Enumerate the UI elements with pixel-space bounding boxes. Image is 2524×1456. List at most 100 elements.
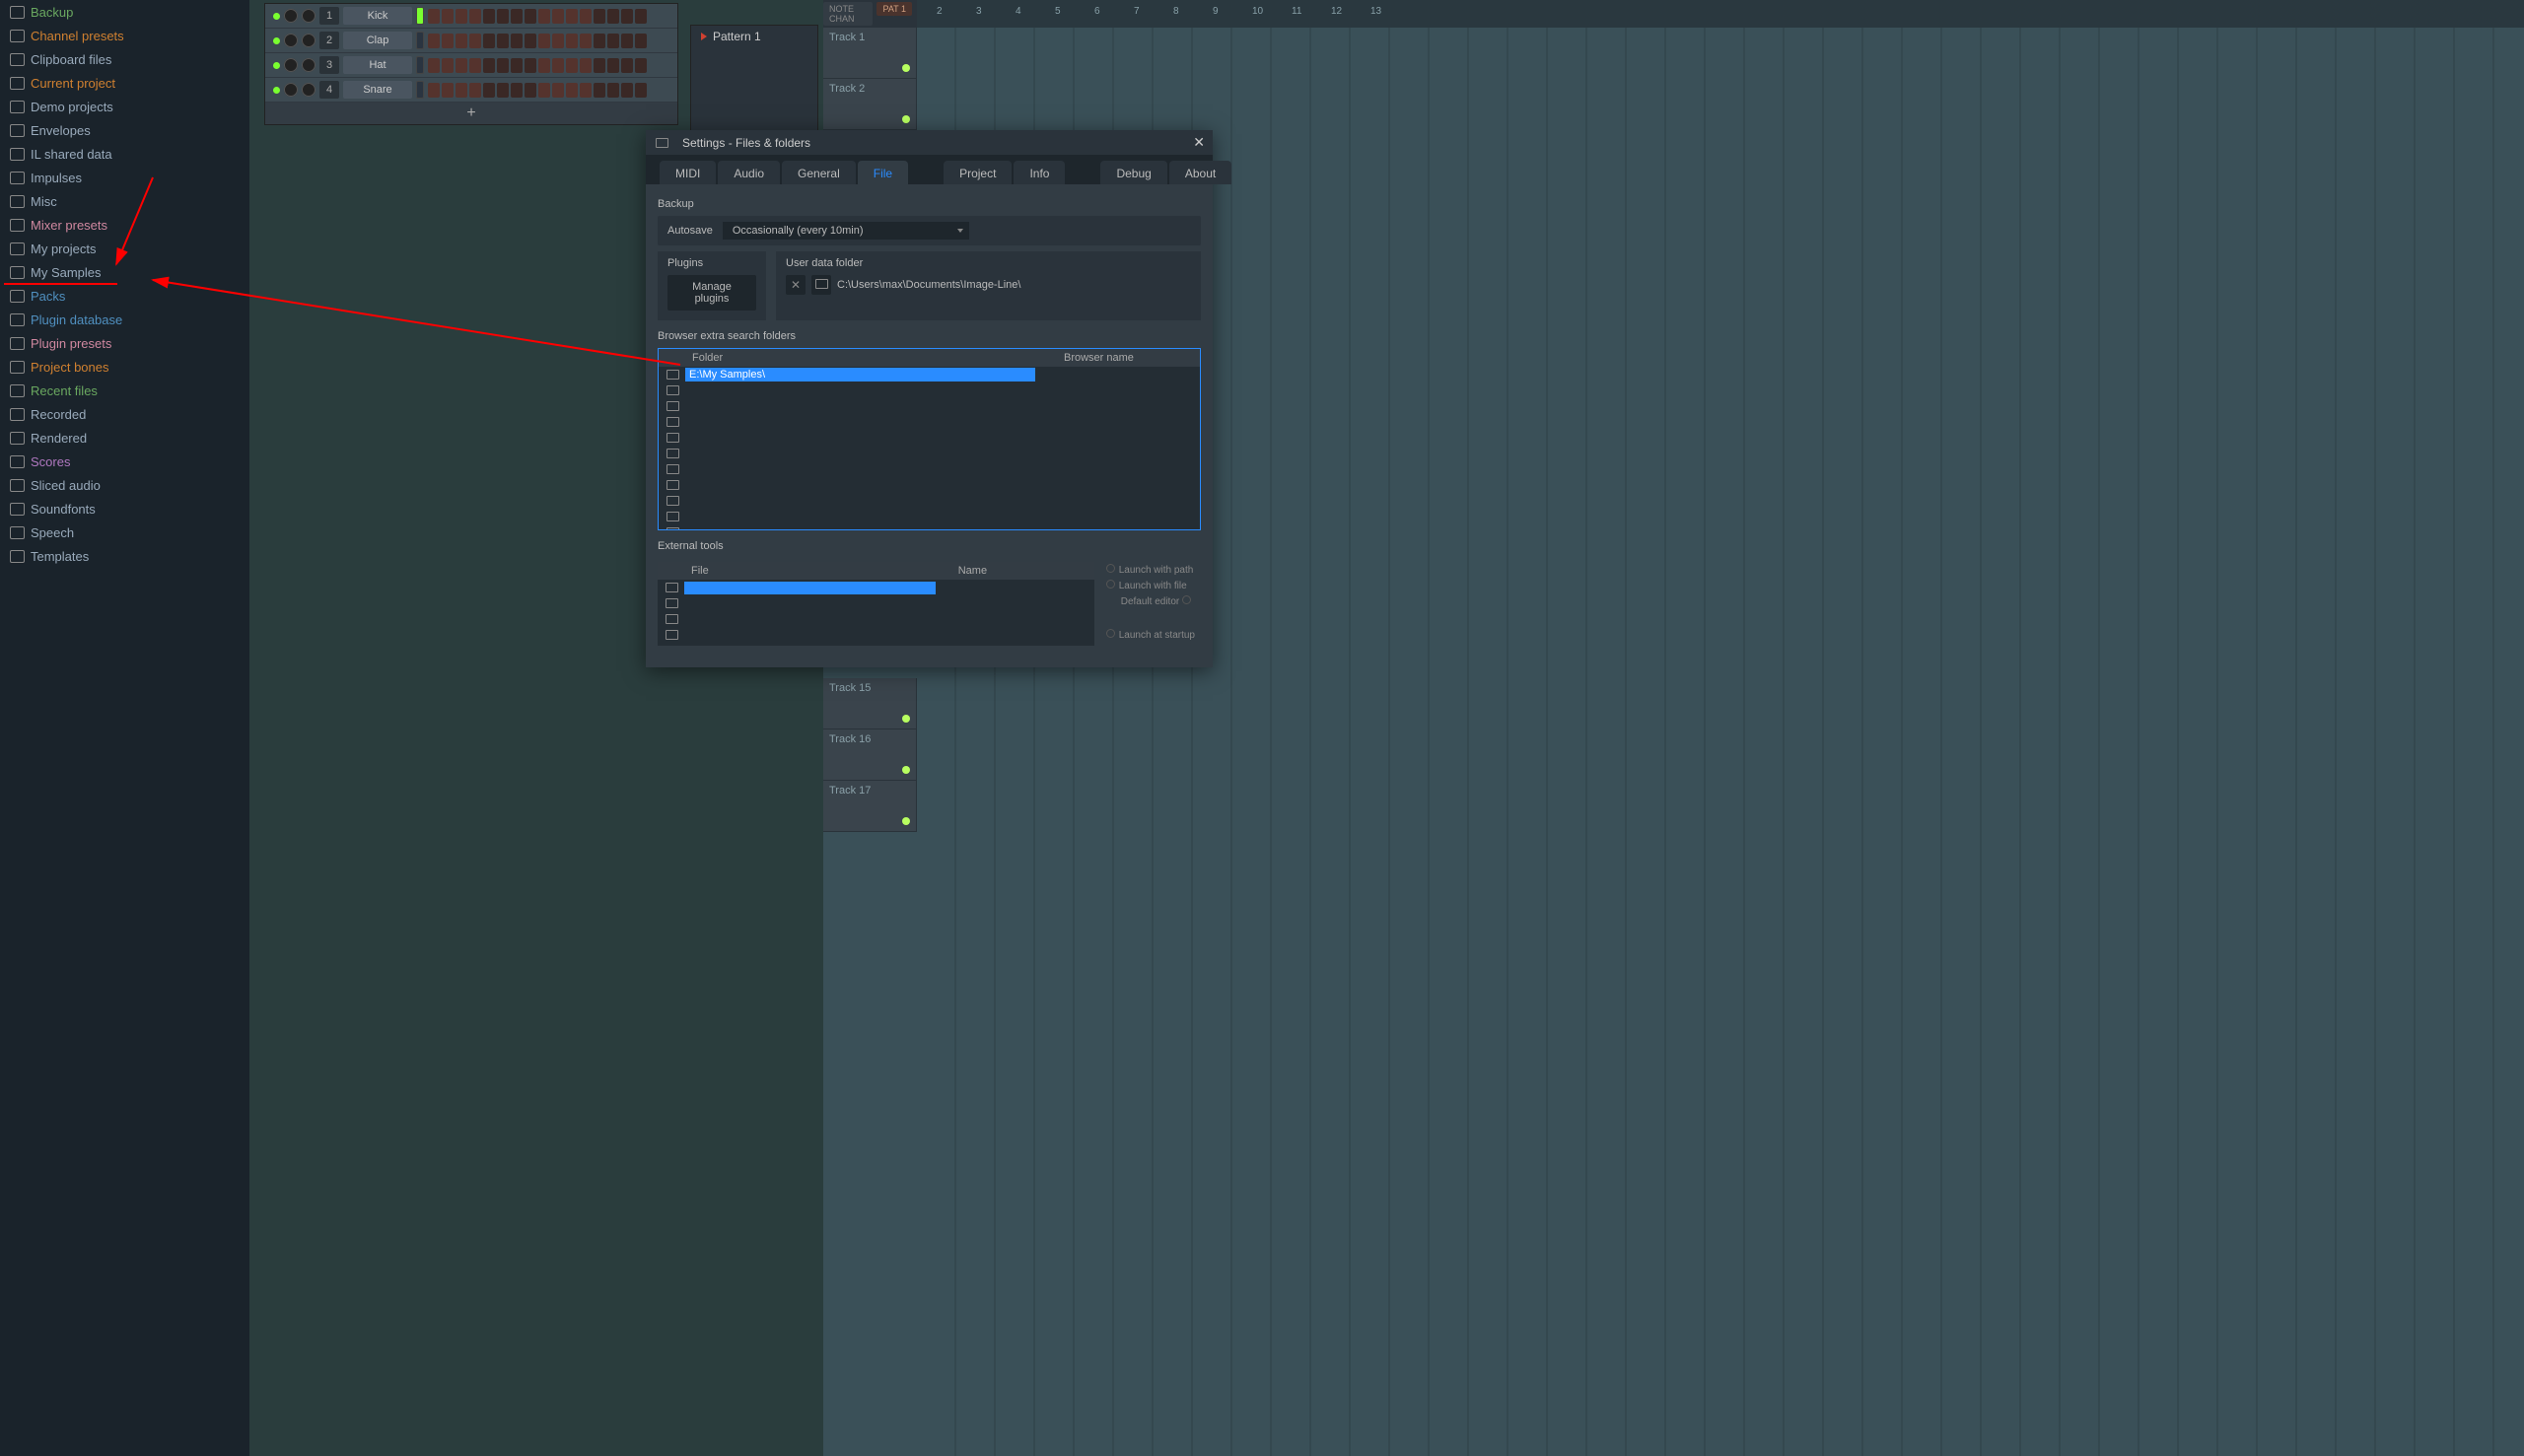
notechan-chip[interactable]: NOTE CHAN <box>823 2 873 26</box>
launch-at-startup-option[interactable]: Launch at startup <box>1106 629 1195 641</box>
tab-about[interactable]: About <box>1169 161 1231 184</box>
step-button[interactable] <box>594 34 605 48</box>
step-button[interactable] <box>607 83 619 98</box>
browser-item-current-project[interactable]: Current project <box>0 71 249 95</box>
extra-folder-row-empty[interactable] <box>659 446 1200 461</box>
pattern-picker[interactable]: Pattern 1 <box>690 25 818 133</box>
step-button[interactable] <box>552 58 564 73</box>
step-button[interactable] <box>442 83 454 98</box>
browser-item-recent-files[interactable]: Recent files <box>0 379 249 402</box>
tab-info[interactable]: Info <box>1014 161 1065 184</box>
channel-name[interactable]: Snare <box>343 81 412 99</box>
tab-file[interactable]: File <box>858 161 908 184</box>
tab-general[interactable]: General <box>782 161 856 184</box>
track-mute-led[interactable] <box>902 115 910 123</box>
browser-item-mixer-presets[interactable]: Mixer presets <box>0 213 249 237</box>
step-button[interactable] <box>511 34 523 48</box>
step-button[interactable] <box>635 34 647 48</box>
external-row-3[interactable] <box>658 627 1094 643</box>
step-button[interactable] <box>580 58 592 73</box>
channel-number[interactable]: 3 <box>319 56 339 74</box>
tab-midi[interactable]: MIDI <box>660 161 716 184</box>
step-button[interactable] <box>635 83 647 98</box>
browser-item-demo-projects[interactable]: Demo projects <box>0 95 249 118</box>
step-button[interactable] <box>483 9 495 24</box>
step-button[interactable] <box>442 58 454 73</box>
track-mute-led[interactable] <box>902 715 910 723</box>
step-button[interactable] <box>456 83 467 98</box>
extra-folder-row-empty[interactable] <box>659 477 1200 493</box>
step-button[interactable] <box>497 83 509 98</box>
launch-with-path-option[interactable]: Launch with path <box>1106 564 1195 576</box>
step-button[interactable] <box>511 58 523 73</box>
step-button[interactable] <box>428 58 440 73</box>
step-button[interactable] <box>483 58 495 73</box>
step-button[interactable] <box>607 34 619 48</box>
step-button[interactable] <box>594 9 605 24</box>
step-button[interactable] <box>511 9 523 24</box>
pan-knob[interactable] <box>284 34 298 47</box>
browser-item-misc[interactable]: Misc <box>0 189 249 213</box>
step-button[interactable] <box>538 58 550 73</box>
track-header[interactable]: Track 16 <box>823 729 917 781</box>
step-button[interactable] <box>525 83 536 98</box>
channel-number[interactable]: 4 <box>319 81 339 99</box>
launch-with-file-option[interactable]: Launch with file <box>1106 580 1195 591</box>
step-button[interactable] <box>538 83 550 98</box>
browser-item-rendered[interactable]: Rendered <box>0 426 249 450</box>
pattern-chip[interactable]: PAT 1 <box>876 2 912 16</box>
step-button[interactable] <box>621 58 633 73</box>
step-button[interactable] <box>621 83 633 98</box>
extra-folder-row-empty[interactable] <box>659 509 1200 524</box>
tab-debug[interactable]: Debug <box>1100 161 1166 184</box>
extra-folder-row-empty[interactable] <box>659 414 1200 430</box>
step-button[interactable] <box>483 34 495 48</box>
pan-knob[interactable] <box>284 58 298 72</box>
browser-item-impulses[interactable]: Impulses <box>0 166 249 189</box>
extra-folder-row-empty[interactable] <box>659 493 1200 509</box>
browse-folder-button[interactable] <box>811 275 831 295</box>
channel-led[interactable] <box>273 13 280 20</box>
browser-item-il-shared-data[interactable]: IL shared data <box>0 142 249 166</box>
browser-item-clipboard-files[interactable]: Clipboard files <box>0 47 249 71</box>
pan-knob[interactable] <box>284 9 298 23</box>
browser-item-scores[interactable]: Scores <box>0 450 249 473</box>
browser-item-backup[interactable]: Backup <box>0 0 249 24</box>
step-button[interactable] <box>594 58 605 73</box>
browser-item-packs[interactable]: Packs <box>0 284 249 308</box>
step-button[interactable] <box>428 9 440 24</box>
channel-row-clap[interactable]: 2Clap <box>265 29 677 53</box>
extra-folder-row-empty[interactable] <box>659 430 1200 446</box>
extra-folders-list[interactable]: Folder Browser name E:\My Samples\ <box>658 348 1201 530</box>
extra-folder-row-0[interactable]: E:\My Samples\ <box>659 367 1200 382</box>
external-file-input[interactable] <box>684 582 936 594</box>
step-button[interactable] <box>428 34 440 48</box>
step-button[interactable] <box>566 83 578 98</box>
timeline[interactable]: 2345678910111213 <box>917 0 2524 28</box>
step-button[interactable] <box>428 83 440 98</box>
manage-plugins-button[interactable]: Manage plugins <box>667 275 756 311</box>
vol-knob[interactable] <box>302 9 316 23</box>
step-button[interactable] <box>552 83 564 98</box>
step-button[interactable] <box>538 9 550 24</box>
tab-audio[interactable]: Audio <box>718 161 780 184</box>
step-button[interactable] <box>442 34 454 48</box>
step-button[interactable] <box>525 9 536 24</box>
step-button[interactable] <box>552 34 564 48</box>
track-header[interactable]: Track 2 <box>823 79 917 130</box>
step-button[interactable] <box>594 83 605 98</box>
dialog-titlebar[interactable]: Settings - Files & folders ✕ <box>646 130 1213 155</box>
step-button[interactable] <box>469 34 481 48</box>
track-header[interactable]: Track 17 <box>823 781 917 832</box>
vol-knob[interactable] <box>302 34 316 47</box>
step-button[interactable] <box>469 9 481 24</box>
channel-name[interactable]: Clap <box>343 32 412 49</box>
browser-item-project-bones[interactable]: Project bones <box>0 355 249 379</box>
browser-item-recorded[interactable]: Recorded <box>0 402 249 426</box>
step-button[interactable] <box>456 58 467 73</box>
channel-number[interactable]: 1 <box>319 7 339 25</box>
step-button[interactable] <box>497 9 509 24</box>
channel-row-hat[interactable]: 3Hat <box>265 53 677 78</box>
channel-row-snare[interactable]: 4Snare <box>265 78 677 103</box>
step-button[interactable] <box>566 58 578 73</box>
